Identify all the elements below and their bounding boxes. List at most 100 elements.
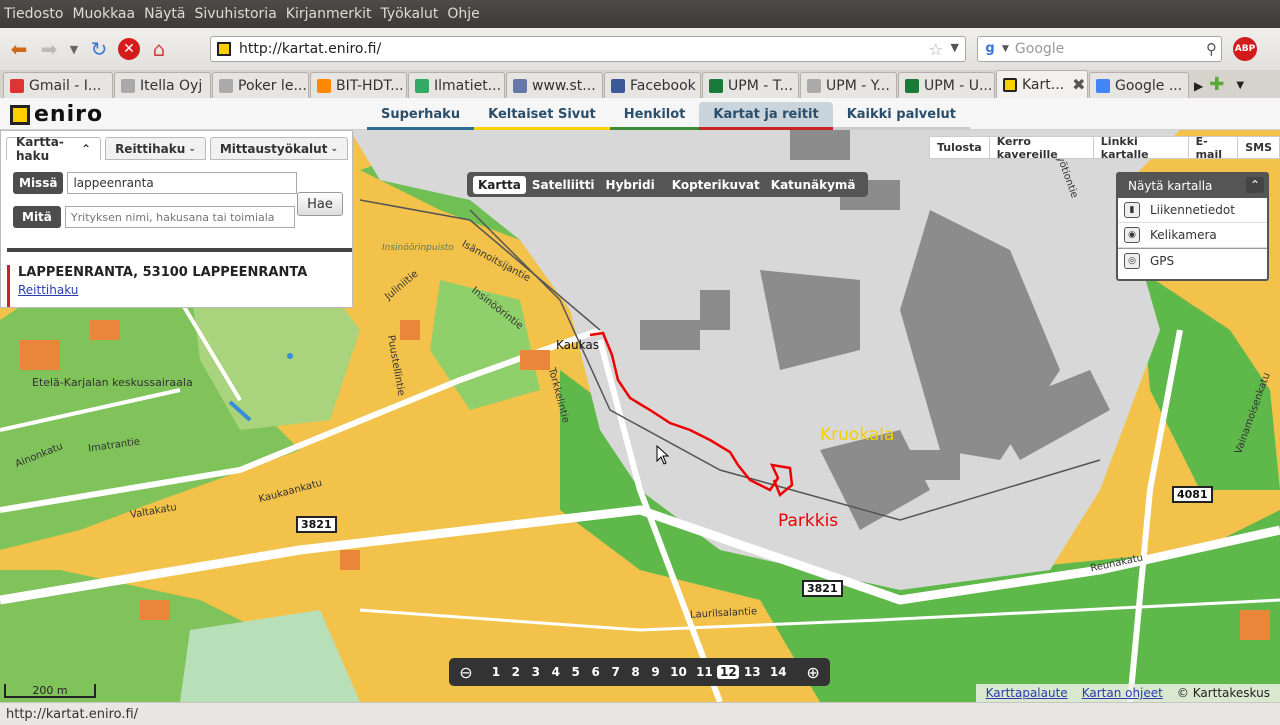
google-icon[interactable]: g (982, 41, 998, 57)
search-box[interactable]: g ▼ Google ⚲ (977, 36, 1222, 62)
menu-nayta[interactable]: Näytä (144, 6, 185, 22)
zoom-level-8[interactable]: 8 (626, 665, 646, 679)
adblock-icon[interactable]: ABP (1233, 37, 1257, 61)
tab-upm-y[interactable]: UPM - Y... (800, 72, 897, 98)
map-label-kaukas: Kaukas (556, 338, 599, 352)
new-tab-icon[interactable]: ✚ (1209, 74, 1224, 95)
tab-itella[interactable]: Itella Oyj (114, 72, 211, 98)
zoom-level-11[interactable]: 11 (691, 665, 717, 679)
menu-tyokalut[interactable]: Työkalut (380, 6, 438, 22)
nav-keltaiset-sivut[interactable]: Keltaiset Sivut (474, 102, 610, 130)
zoom-level-14[interactable]: 14 (765, 665, 791, 679)
url-bar[interactable]: http://kartat.eniro.fi/ ☆ ▼ (210, 36, 966, 62)
zoom-level-3[interactable]: 3 (526, 665, 546, 679)
zoom-level-2[interactable]: 2 (506, 665, 526, 679)
tab-scroll-right-icon[interactable]: ▶ (1194, 79, 1203, 93)
nav-superhaku[interactable]: Superhaku (367, 102, 475, 130)
url-text: http://kartat.eniro.fi/ (239, 41, 382, 57)
nav-kartat-ja-reitit[interactable]: Kartat ja reitit (699, 102, 833, 130)
tab-label: Kart... (1022, 76, 1065, 93)
back-icon[interactable]: ⬅ (4, 34, 34, 64)
menu-tiedosto[interactable]: Tiedosto (4, 6, 63, 22)
layer-gps[interactable]: ◎ GPS (1118, 248, 1267, 273)
email-button[interactable]: E-mail (1187, 135, 1239, 161)
gps-icon: ◎ (1124, 253, 1140, 269)
result-title[interactable]: LAPPEENRANTA, 53100 LAPPEENRANTA (10, 265, 352, 280)
maptype-katunakyma[interactable]: Katunäkymä (766, 176, 861, 194)
layer-label: GPS (1150, 254, 1175, 268)
tell-friends-button[interactable]: Kerro kavereille (988, 135, 1094, 161)
search-placeholder: Google (1014, 41, 1065, 57)
tab-bit-hdt[interactable]: BIT-HDT... (310, 72, 407, 98)
menu-ohje[interactable]: Ohje (447, 6, 479, 22)
tab-label: Reittihaku (115, 141, 186, 156)
tab-mittaustyokalut[interactable]: Mittaustyökalut ⌄ (209, 137, 348, 160)
tab-karttahaku[interactable]: Kartta­haku ⌃ (6, 135, 102, 163)
what-label: Mitä (13, 206, 61, 228)
zoom-level-9[interactable]: 9 (646, 665, 666, 679)
zoom-level-7[interactable]: 7 (606, 665, 626, 679)
zoom-out-icon[interactable]: ⊖ (454, 662, 478, 682)
zoom-level-10[interactable]: 10 (666, 665, 692, 679)
sms-button[interactable]: SMS (1237, 136, 1280, 159)
tab-google[interactable]: Google ... (1089, 72, 1189, 98)
chevron-up-icon: ⌃ (81, 141, 92, 156)
maptype-kopterikuvat[interactable]: Kopterikuvat (667, 176, 765, 194)
result-route-link[interactable]: Reittihaku (10, 283, 352, 297)
zoom-level-1[interactable]: 1 (486, 665, 506, 679)
print-button[interactable]: Tulosta (929, 136, 990, 159)
stop-icon[interactable]: ✕ (114, 34, 144, 64)
collapse-icon[interactable]: ⌃ (1246, 177, 1264, 193)
layer-kelikamera[interactable]: ◉ Kelikamera (1118, 223, 1267, 248)
zoom-level-4[interactable]: 4 (546, 665, 566, 679)
map-help-link[interactable]: Kartan ohjeet (1082, 686, 1163, 700)
zoom-level-12-active[interactable]: 12 (717, 665, 740, 679)
map-feedback-link[interactable]: Karttapalaute (986, 686, 1068, 700)
eniro-logo[interactable]: eniro (10, 102, 103, 127)
search-engine-dropdown-icon[interactable]: ▼ (1002, 44, 1009, 54)
url-dropdown-icon[interactable]: ▼ (951, 41, 959, 54)
tab-facebook[interactable]: Facebook (604, 72, 701, 98)
tab-gmail[interactable]: Gmail - I... (3, 72, 113, 98)
search-subtabs: Kartta­haku ⌃ Reittihaku ⌄ Mittaustyökalut… (6, 135, 352, 163)
status-text: http://kartat.eniro.fi/ (6, 706, 139, 722)
chevron-down-icon: ⌄ (188, 143, 196, 154)
nav-henkilot[interactable]: Henkilot (609, 102, 700, 130)
tab-poker[interactable]: Poker le... (212, 72, 309, 98)
home-icon[interactable]: ⌂ (144, 34, 174, 64)
zoom-level-6[interactable]: 6 (586, 665, 606, 679)
what-input[interactable] (64, 206, 295, 228)
forward-icon[interactable]: ➡ (34, 34, 64, 64)
layer-liikennetiedot[interactable]: ▮ Liikennetiedot (1118, 198, 1267, 223)
close-tab-icon[interactable]: ✖ (1072, 75, 1085, 94)
map-scale: 200 m (4, 684, 96, 698)
zoom-level-5[interactable]: 5 (566, 665, 586, 679)
nav-kaikki-palvelut[interactable]: Kaikki palvelut (832, 102, 971, 130)
maptype-satelliitti[interactable]: Satelliitti (527, 176, 600, 194)
tab-label: Google ... (1115, 77, 1183, 94)
tab-www[interactable]: www.st... (506, 72, 603, 98)
tab-upm-t[interactable]: UPM - T... (702, 72, 799, 98)
where-input[interactable] (67, 172, 298, 194)
maptype-kartta[interactable]: Kartta (473, 175, 526, 194)
tab-list-icon[interactable]: ▼ (1236, 80, 1244, 91)
search-button[interactable]: Hae (297, 192, 343, 216)
menu-sivuhistoria[interactable]: Sivuhistoria (195, 6, 277, 22)
menu-kirjanmerkit[interactable]: Kirjanmerkit (286, 6, 372, 22)
link-to-map-button[interactable]: Linkki kartalle (1092, 135, 1189, 161)
tab-ilmatiet[interactable]: Ilmatiet... (408, 72, 505, 98)
tab-label: Ilmatiet... (434, 77, 502, 94)
history-dropdown-icon[interactable]: ▼ (64, 34, 84, 64)
tab-kartat-active[interactable]: Kart... ✖ (996, 70, 1088, 98)
menu-muokkaa[interactable]: Muokkaa (72, 6, 135, 22)
page-icon (513, 78, 527, 93)
search-icon[interactable]: ⚲ (1206, 40, 1217, 58)
layers-header[interactable]: Näytä kartalla ⌃ (1118, 174, 1267, 198)
zoom-level-13[interactable]: 13 (739, 665, 765, 679)
reload-icon[interactable]: ↻ (84, 34, 114, 64)
tab-upm-u[interactable]: UPM - U... (898, 72, 995, 98)
maptype-hybridi[interactable]: Hybridi (601, 176, 660, 194)
zoom-in-icon[interactable]: ⊕ (801, 662, 825, 682)
tab-reittihaku[interactable]: Reittihaku ⌄ (105, 137, 206, 160)
bookmark-star-icon[interactable]: ☆ (929, 40, 943, 59)
